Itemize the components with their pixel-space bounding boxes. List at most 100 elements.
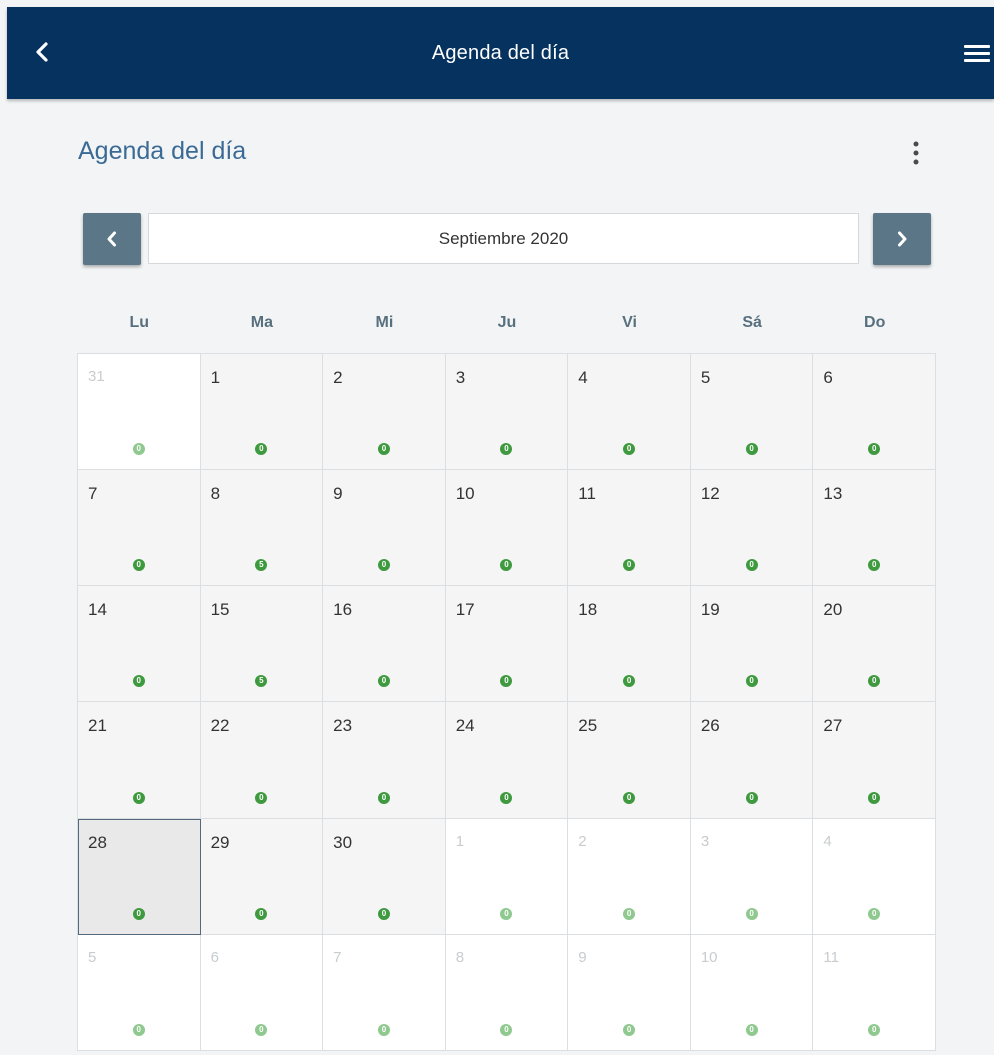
day-number: 4 [578,368,588,387]
event-count-badge: 0 [868,791,881,804]
day-number: 1 [455,832,465,850]
calendar-day-cell[interactable]: 16 0 [323,586,446,703]
calendar-day-cell[interactable]: 30 [445,354,569,471]
event-count-badge: 0 [500,443,513,456]
calendar-day-cell[interactable]: 70 [323,934,446,1051]
event-count-badge: 0 [132,907,145,920]
calendar-day-cell[interactable]: 60 [200,934,324,1051]
calendar-day-cell[interactable]: 40 [813,818,936,935]
calendar-day-cell[interactable]: 31 0 [78,354,201,471]
day-number: 8 [210,484,221,504]
day-number: 23 [333,716,353,736]
day-number: 3 [455,368,466,387]
day-number: 19 [700,600,720,620]
day-number: 12 [700,484,720,504]
calendar-day-cell[interactable]: 60 [813,354,936,471]
calendar-day-cell[interactable]: 10 [200,354,324,471]
calendar-day-cell[interactable]: 18 0 [568,586,691,703]
day-number: 30 [333,832,353,852]
day-number: 18 [578,600,598,620]
next-month-button[interactable] [873,213,931,265]
event-count-badge: 0 [132,559,145,572]
event-count-badge: 0 [377,907,390,920]
calendar-day-cell[interactable]: 40 [568,354,691,471]
more-options-button[interactable] [903,138,929,168]
calendar-day-cell[interactable]: 13 0 [813,470,936,587]
event-count-badge: 0 [255,791,268,804]
calendar-day-cell[interactable]: 22 0 [200,702,324,819]
weekday-label: Sá [742,314,762,331]
event-count-badge: 0 [132,443,145,456]
day-number: 26 [700,716,720,736]
calendar-day-cell[interactable]: 14 0 [78,586,201,703]
calendar-day-cell[interactable]: 12 0 [690,470,814,587]
day-number: 9 [578,948,587,966]
calendar-day-cell[interactable]: 10 0 [690,934,814,1051]
calendar-day-cell[interactable]: 50 [78,934,201,1051]
calendar-day-cell[interactable]: 25 0 [568,702,691,819]
calendar-day-cell[interactable]: 20 0 [813,586,936,703]
day-number: 4 [823,832,832,850]
calendar-day-cell[interactable]: 27 0 [813,702,936,819]
event-count-badge: 0 [500,907,513,920]
day-number: 6 [823,368,833,387]
event-count-badge: 0 [745,1023,758,1036]
weekday-label: Mi [375,314,394,331]
day-number: 9 [333,484,343,504]
event-count-badge: 0 [623,907,636,920]
calendar-day-cell[interactable]: 17 0 [445,586,569,703]
calendar-day-cell[interactable]: 50 [690,354,814,471]
calendar-day-cell-selected[interactable]: 28 0 [78,818,201,935]
calendar-day-cell[interactable]: 11 0 [568,470,691,587]
day-number: 14 [88,600,107,620]
calendar-day-cell[interactable]: 20 [568,818,691,935]
previous-month-button[interactable] [83,213,141,265]
month-selector[interactable]: Septiembre 2020 [148,213,859,264]
event-count-badge: 0 [868,907,881,920]
event-count-badge: 0 [500,559,513,572]
event-count-badge: 0 [623,443,636,456]
day-number: 2 [333,368,343,387]
calendar-day-cell[interactable]: 30 0 [323,818,446,935]
calendar-day-cell[interactable]: 90 [568,934,691,1051]
calendar-day-cell[interactable]: 15 5 [200,586,324,703]
event-count-badge: 0 [868,443,881,456]
calendar-day-cell[interactable]: 30 [690,818,814,935]
event-count-badge: 0 [623,791,636,804]
calendar-day-cell[interactable]: 29 0 [200,818,324,935]
calendar-day-cell[interactable]: 10 [445,818,569,935]
day-number: 22 [210,716,230,736]
calendar-day-cell[interactable]: 85 [200,470,324,587]
calendar-day-cell[interactable]: 70 [78,470,201,587]
chevron-left-icon [107,231,116,247]
hamburger-menu-icon [964,45,990,62]
calendar-day-cell[interactable]: 26 0 [690,702,814,819]
day-number: 10 [455,484,475,504]
calendar-day-cell[interactable]: 20 [323,354,446,471]
calendar-day-cell[interactable]: 90 [323,470,446,587]
menu-button[interactable] [960,40,994,66]
calendar-day-cell[interactable]: 10 0 [445,470,569,587]
day-number: 20 [823,600,843,620]
event-count-badge: 0 [868,1023,881,1036]
day-number: 16 [333,600,353,620]
calendar-day-cell[interactable]: 21 0 [78,702,201,819]
chevron-right-icon [898,231,907,247]
weekday-header: Lu Ma Mi Ju Vi Sá Do [78,308,936,338]
day-number: 11 [578,484,596,504]
calendar-day-cell[interactable]: 80 [445,934,569,1051]
calendar-day-cell[interactable]: 11 0 [813,934,936,1051]
app-bar-title: Agenda del día [431,41,570,64]
day-number: 13 [823,484,843,504]
calendar-day-cell[interactable]: 19 0 [690,586,814,703]
day-number: 1 [210,368,221,387]
calendar-day-cell[interactable]: 24 0 [445,702,569,819]
day-number: 27 [823,716,843,736]
calendar-day-cell[interactable]: 23 0 [323,702,446,819]
event-count-badge: 0 [255,907,268,920]
weekday-label: Vi [622,314,637,331]
event-count-badge: 0 [377,675,390,688]
day-number: 8 [455,948,465,966]
day-number: 5 [88,948,97,966]
day-number: 6 [210,948,219,966]
